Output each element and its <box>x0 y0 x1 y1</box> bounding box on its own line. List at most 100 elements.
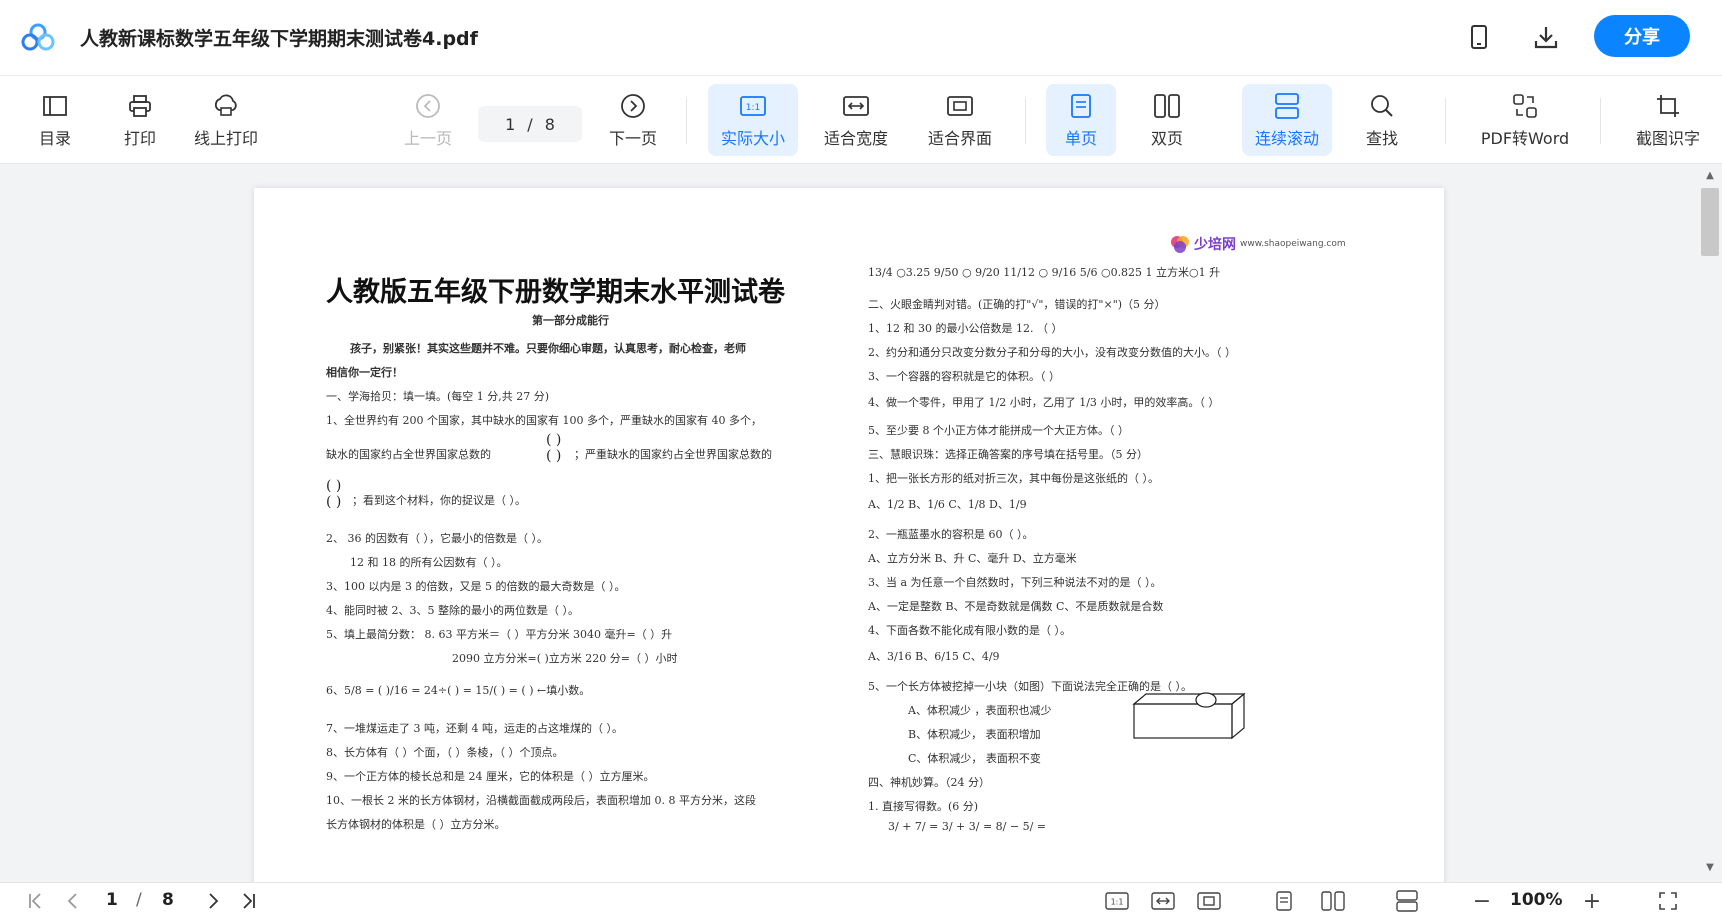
question-line: 12 和 18 的所有公因数有（ ）。 <box>350 556 508 569</box>
first-page-icon[interactable] <box>24 889 48 913</box>
vertical-scrollbar[interactable] <box>1698 164 1722 882</box>
question-line: 缺水的国家约占全世界国家总数的 <box>326 448 491 461</box>
toolbar-divider <box>686 98 687 144</box>
question-line: 3、一个容器的容积就是它的体积。（ ） <box>868 370 1060 383</box>
zoom-level[interactable]: 100% <box>1510 890 1563 910</box>
question-line: 2、约分和通分只改变分数分子和分母的大小，没有改变分数值的大小。（ ） <box>868 346 1236 359</box>
toolbar-divider <box>1600 98 1601 144</box>
share-button[interactable]: 分享 <box>1594 15 1690 57</box>
cloud-print-icon <box>211 91 241 121</box>
question-line: 5、至少要 8 个小正方体才能拼成一个大正方体。（ ） <box>868 424 1129 437</box>
prev-page-icon <box>413 91 443 121</box>
last-page-icon[interactable] <box>236 889 260 913</box>
site-logo-icon <box>1171 236 1189 253</box>
continuous-scroll-label: 连续滚动 <box>1254 129 1319 148</box>
scrollbar-thumb[interactable] <box>1701 188 1719 256</box>
single-page-small-icon[interactable] <box>1272 889 1296 913</box>
zoom-out-icon[interactable]: − <box>1470 889 1494 914</box>
question-line: C、体积减少， 表面积不变 <box>908 752 1041 765</box>
question-line: 1. 直接写得数。(6 分) <box>868 800 979 813</box>
blank-fraction: ( )( ) <box>546 432 562 464</box>
document-viewport[interactable]: 少培网 www.shaopeiwang.com 人教版五年级下册数学期末水平测试… <box>0 164 1722 882</box>
question-line: 6、5/8 = ( )/16 = 24÷( ) = 15/( ) = ( ) ←… <box>326 684 591 697</box>
question-line: 4、做一个零件，甲用了 1/2 小时，乙用了 1/3 小时，甲的效率高。（ ） <box>868 396 1220 409</box>
question-line: 2、一瓶蓝墨水的容积是 60（ ）。 <box>868 528 1034 541</box>
page-total: 8 <box>544 114 555 134</box>
next-page-icon <box>618 91 648 121</box>
scroll-down-icon[interactable]: ▼ <box>1703 862 1717 873</box>
toc-button[interactable]: 目录 <box>30 84 80 156</box>
site-name: 少培网 <box>1194 237 1236 253</box>
continuous-scroll-icon <box>1272 91 1302 121</box>
fit-width-icon <box>841 91 871 121</box>
online-print-button[interactable]: 线上打印 <box>186 84 266 156</box>
question-line: 三、慧眼识珠：选择正确答案的序号填在括号里。（5 分） <box>868 448 1148 461</box>
svg-text:1:1: 1:1 <box>1111 898 1124 907</box>
page-number-box[interactable]: 1 / 8 <box>478 106 582 142</box>
question-line: 1、把一张长方形的纸对折三次，其中每份是这张纸的（ ）。 <box>868 472 1159 485</box>
fit-width-label: 适合宽度 <box>823 129 888 148</box>
exam-title: 人教版五年级下册数学期末水平测试卷 <box>326 277 785 308</box>
page-current: 1 <box>505 114 516 134</box>
section-heading: 第一部分成能行 <box>532 314 609 327</box>
status-page-separator: / <box>136 890 142 910</box>
fit-page-label: 适合界面 <box>927 129 992 148</box>
screenshot-ocr-label: 截图识字 <box>1635 129 1700 148</box>
question-line: 3、100 以内是 3 的倍数，又是 5 的倍数的最大奇数是（ ）。 <box>326 580 626 593</box>
question-line: 1、全世界约有 200 个国家，其中缺水的国家有 100 多个，严重缺水的国家有… <box>326 414 762 427</box>
status-page-current[interactable]: 1 <box>106 890 118 910</box>
fit-page-icon <box>945 91 975 121</box>
next-page-button[interactable]: 下一页 <box>602 84 664 156</box>
fit-width-button[interactable]: 适合宽度 <box>812 84 900 156</box>
print-button[interactable]: 打印 <box>115 84 165 156</box>
site-watermark: 少培网 www.shaopeiwang.com <box>1170 234 1346 254</box>
sidebar-icon <box>40 91 70 121</box>
page-separator: / <box>527 114 533 134</box>
document-title: 人教新课标数学五年级下学期期末测试卷4.pdf <box>80 28 478 50</box>
fit-page-button[interactable]: 适合界面 <box>916 84 1004 156</box>
actual-size-button[interactable]: 1:1 实际大小 <box>708 84 798 156</box>
pdf-to-word-icon <box>1510 91 1540 121</box>
print-label: 打印 <box>123 129 156 148</box>
fullscreen-icon[interactable] <box>1656 889 1680 913</box>
continuous-scroll-button[interactable]: 连续滚动 <box>1242 84 1332 156</box>
question-line: 4、能同时被 2、3、5 整除的最小的两位数是（ ）。 <box>326 604 579 617</box>
pdf-page: 少培网 www.shaopeiwang.com 人教版五年级下册数学期末水平测试… <box>254 188 1444 882</box>
fit-width-small-icon[interactable] <box>1150 889 1176 913</box>
intro-line: 相信你一定行！ <box>326 366 403 379</box>
question-line: 7、一堆煤运走了 3 吨，还剩 4 吨，运走的占这堆煤的（ ）。 <box>326 722 623 735</box>
question-line: ；看到这个材料，你的捉议是（ ）。 <box>352 494 526 507</box>
question-line: 1、12 和 30 的最小公倍数是 12. （ ） <box>868 322 1063 335</box>
double-page-button[interactable]: 双页 <box>1132 84 1202 156</box>
search-button[interactable]: 查找 <box>1352 84 1412 156</box>
svg-text:1:1: 1:1 <box>746 103 760 113</box>
title-bar: 人教新课标数学五年级下学期期末测试卷4.pdf 分享 <box>0 0 1722 76</box>
single-page-button[interactable]: 单页 <box>1046 84 1116 156</box>
question-line: A、体积减少 ，表面积也减少 <box>908 704 1052 717</box>
question-line: 10、一根长 2 米的长方体钢材，沿横截面截成两段后，表面积增加 0. 8 平方… <box>326 794 756 807</box>
printer-icon <box>125 91 155 121</box>
actual-size-small-icon[interactable]: 1:1 <box>1104 889 1130 913</box>
question-line: 四、神机妙算。（24 分） <box>868 776 990 789</box>
pdf-to-word-button[interactable]: PDF转Word <box>1470 84 1580 156</box>
cuboid-figure <box>1132 692 1246 740</box>
next-page-small-icon[interactable] <box>202 889 226 913</box>
toolbar-divider <box>1025 98 1026 144</box>
prev-page-small-icon[interactable] <box>60 889 84 913</box>
download-icon[interactable] <box>1531 22 1561 52</box>
continuous-scroll-small-icon[interactable] <box>1392 889 1422 913</box>
zoom-in-icon[interactable]: + <box>1580 889 1604 914</box>
double-page-small-icon[interactable] <box>1318 889 1348 913</box>
screenshot-ocr-icon <box>1653 91 1683 121</box>
search-icon <box>1367 91 1397 121</box>
mobile-view-icon[interactable] <box>1464 22 1494 52</box>
prev-page-button[interactable]: 上一页 <box>398 84 458 156</box>
fit-page-small-icon[interactable] <box>1196 889 1222 913</box>
question-line: ；严重缺水的国家约占全世界国家总数的 <box>574 448 772 461</box>
question-line: 9、一个正方体的棱长总和是 24 厘米，它的体积是（ ）立方厘米。 <box>326 770 655 783</box>
app-logo-icon <box>21 23 55 51</box>
screenshot-ocr-button[interactable]: 截图识字 <box>1628 84 1708 156</box>
status-page-total: 8 <box>162 890 174 910</box>
scroll-up-icon[interactable]: ▲ <box>1703 170 1717 181</box>
single-page-icon <box>1066 91 1096 121</box>
